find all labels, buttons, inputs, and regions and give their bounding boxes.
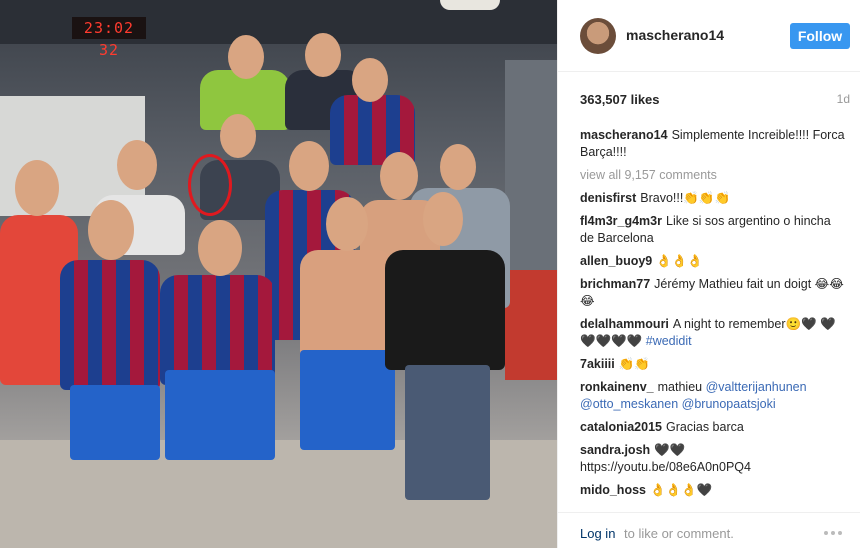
comment-text: mathieu [657, 380, 703, 394]
player-head [380, 152, 418, 200]
comment: sandra.josh 🖤🖤 https://youtu.be/08e6A0n0P… [580, 442, 848, 476]
dot [838, 531, 842, 535]
comment-username[interactable]: 7akiiii [580, 357, 615, 371]
post-age[interactable]: 1d [837, 92, 850, 107]
hashtag-link[interactable]: #wedidit [646, 334, 692, 348]
comment: delalhammouri A night to remember🙂🖤 🖤🖤🖤🖤🖤… [580, 316, 848, 350]
comment-username[interactable]: fl4m3r_g4m3r [580, 214, 662, 228]
player-shirt [385, 250, 505, 370]
comment-username[interactable]: mido_hoss [580, 483, 646, 497]
player-head [423, 192, 463, 246]
player-head [289, 141, 329, 191]
comment-username[interactable]: allen_buoy9 [580, 254, 652, 268]
comment-text: 👌👌👌 [656, 254, 703, 268]
comment-text: Gracias barca [666, 420, 744, 434]
player-head [326, 197, 368, 251]
header-username[interactable]: mascherano14 [626, 27, 724, 43]
login-link[interactable]: Log in [580, 526, 615, 541]
player-head [15, 160, 59, 216]
player-torso [300, 250, 395, 360]
comment-username[interactable]: catalonia2015 [580, 420, 662, 434]
player-head [198, 220, 242, 276]
comment: 7akiiii 👏👏 [580, 356, 848, 373]
comment-username[interactable]: ronkainenv_ [580, 380, 654, 394]
follow-button[interactable]: Follow [790, 23, 850, 49]
post-header: mascherano14 Follow [558, 0, 860, 72]
comment-username[interactable]: brichman77 [580, 277, 650, 291]
player-head [117, 140, 157, 190]
player-head [220, 114, 256, 158]
comment: brichman77 Jérémy Mathieu fait un doigt 😂… [580, 276, 848, 310]
comment-text: 👏👏 [618, 357, 650, 371]
comment-username[interactable]: denisfirst [580, 191, 636, 205]
caption: mascherano14 Simplemente Increible!!!! Fo… [580, 127, 848, 161]
comment: denisfirst Bravo!!!👏👏👏 [580, 190, 848, 207]
comment: ronkainenv_ mathieu @valtterijanhunen @ot… [580, 379, 848, 413]
player-head [88, 200, 134, 260]
comment: mido_hoss 👌👌👌🖤 [580, 482, 848, 499]
comment: fl4m3r_g4m3r Like si sos argentino o hinc… [580, 213, 848, 247]
player-head [305, 33, 341, 77]
more-options-icon[interactable] [824, 531, 842, 535]
player-shorts [165, 370, 275, 460]
post-footer: Log in to like or comment. [558, 512, 860, 548]
scoreboard-clock: 23:02 32 [72, 17, 146, 59]
player-head [228, 35, 264, 79]
post-photo[interactable]: 23:02 32 [0, 0, 557, 548]
player-shirt [160, 275, 275, 385]
comment-text: Bravo!!!👏👏👏 [640, 191, 731, 205]
dot [824, 531, 828, 535]
dot [831, 531, 835, 535]
player-shorts [300, 350, 395, 450]
player-jeans [405, 365, 490, 500]
comment-text: 👌👌👌🖤 [650, 483, 713, 497]
comments-list[interactable]: mascherano14 Simplemente Increible!!!! Fo… [580, 127, 848, 507]
comment: catalonia2015 Gracias barca [580, 419, 848, 436]
player-shirt [60, 260, 160, 390]
view-all-comments[interactable]: view all 9,157 comments [580, 167, 848, 184]
highlight-circle [188, 154, 232, 216]
player-head [440, 144, 476, 190]
likes-count[interactable]: 363,507 likes [580, 92, 660, 107]
locker-wall [505, 60, 557, 280]
login-prompt: to like or comment. [624, 526, 734, 541]
player-head [352, 58, 388, 102]
ceiling-light [440, 0, 500, 10]
comment-username[interactable]: sandra.josh [580, 443, 650, 457]
red-bench [505, 270, 557, 380]
player-shorts [70, 385, 160, 460]
post-sidebar: mascherano14 Follow 363,507 likes 1d mas… [557, 0, 860, 548]
comment: allen_buoy9 👌👌👌 [580, 253, 848, 270]
avatar[interactable] [580, 18, 616, 54]
comment-username[interactable]: delalhammouri [580, 317, 669, 331]
caption-username[interactable]: mascherano14 [580, 128, 668, 142]
likes-row: 363,507 likes 1d [580, 92, 850, 107]
instagram-post: 23:02 32 mascherano14 Follow 363,507 lik… [0, 0, 860, 548]
